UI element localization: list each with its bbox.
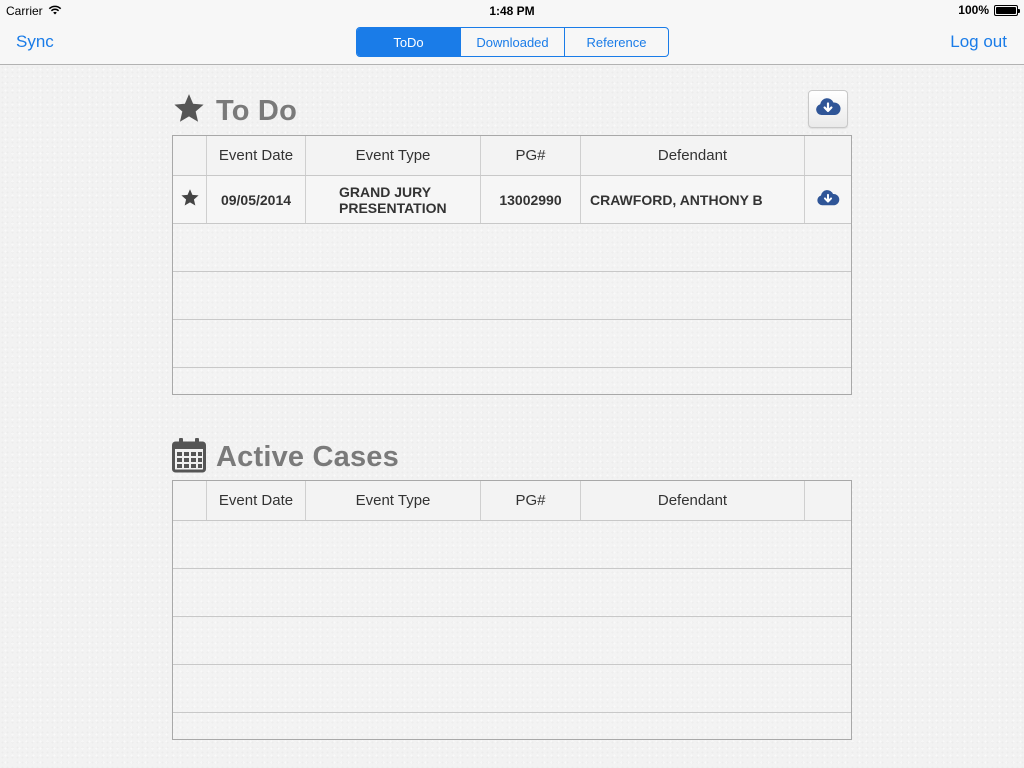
cell-pg: 13002990 [481, 176, 581, 223]
todo-section-header: To Do [172, 92, 297, 131]
header-defendant: Defendant [581, 481, 805, 520]
star-icon [172, 92, 206, 131]
battery-percent: 100% [958, 3, 989, 17]
header-event-date: Event Date [207, 136, 306, 175]
tab-downloaded[interactable]: Downloaded [461, 28, 565, 56]
cloud-download-icon [815, 97, 841, 122]
navigation-bar: Sync ToDo Downloaded Reference Log out [0, 20, 1024, 65]
cloud-download-icon [816, 189, 840, 210]
status-time: 1:48 PM [489, 4, 535, 18]
header-cell-action [805, 136, 851, 175]
header-event-type: Event Type [306, 136, 481, 175]
active-cases-section-header: Active Cases [172, 437, 399, 478]
header-cell-icon [173, 136, 207, 175]
logout-button[interactable]: Log out [950, 32, 1007, 52]
cell-event-type: GRAND JURY PRESENTATION [306, 176, 481, 223]
tab-reference[interactable]: Reference [565, 28, 668, 56]
segmented-control: ToDo Downloaded Reference [356, 27, 669, 57]
row-download-button[interactable] [805, 176, 851, 223]
empty-row [173, 665, 851, 713]
todo-table: Event Date Event Type PG# Defendant 09/0… [172, 135, 852, 395]
empty-row [173, 521, 851, 569]
header-defendant: Defendant [581, 136, 805, 175]
todo-star-toggle[interactable] [173, 176, 207, 223]
table-footer [173, 368, 851, 393]
download-all-button[interactable] [808, 90, 848, 128]
tab-todo[interactable]: ToDo [357, 28, 461, 56]
empty-row [173, 617, 851, 665]
active-cases-table-header: Event Date Event Type PG# Defendant [173, 481, 851, 521]
cell-defendant: CRAWFORD, ANTHONY B [581, 176, 805, 223]
empty-row [173, 272, 851, 320]
header-pg: PG# [481, 481, 581, 520]
todo-section-title: To Do [216, 95, 297, 127]
empty-row [173, 224, 851, 272]
battery-fill [996, 6, 1016, 14]
table-row[interactable]: 09/05/2014 GRAND JURY PRESENTATION 13002… [173, 176, 851, 224]
calendar-icon [172, 437, 206, 478]
cell-event-date: 09/05/2014 [207, 176, 306, 223]
header-event-date: Event Date [207, 481, 306, 520]
header-cell-action [805, 481, 851, 520]
todo-table-header: Event Date Event Type PG# Defendant [173, 136, 851, 176]
empty-row [173, 320, 851, 368]
status-bar: Carrier 1:48 PM 100% [0, 0, 1024, 20]
header-event-type: Event Type [306, 481, 481, 520]
active-cases-section-title: Active Cases [216, 441, 399, 473]
star-icon [180, 188, 200, 211]
table-footer [173, 713, 851, 738]
battery-icon [994, 4, 1020, 16]
status-right: 100% [958, 3, 1020, 17]
empty-row [173, 569, 851, 617]
active-cases-table: Event Date Event Type PG# Defendant [172, 480, 852, 740]
header-cell-icon [173, 481, 207, 520]
header-pg: PG# [481, 136, 581, 175]
sync-button[interactable]: Sync [16, 32, 54, 52]
